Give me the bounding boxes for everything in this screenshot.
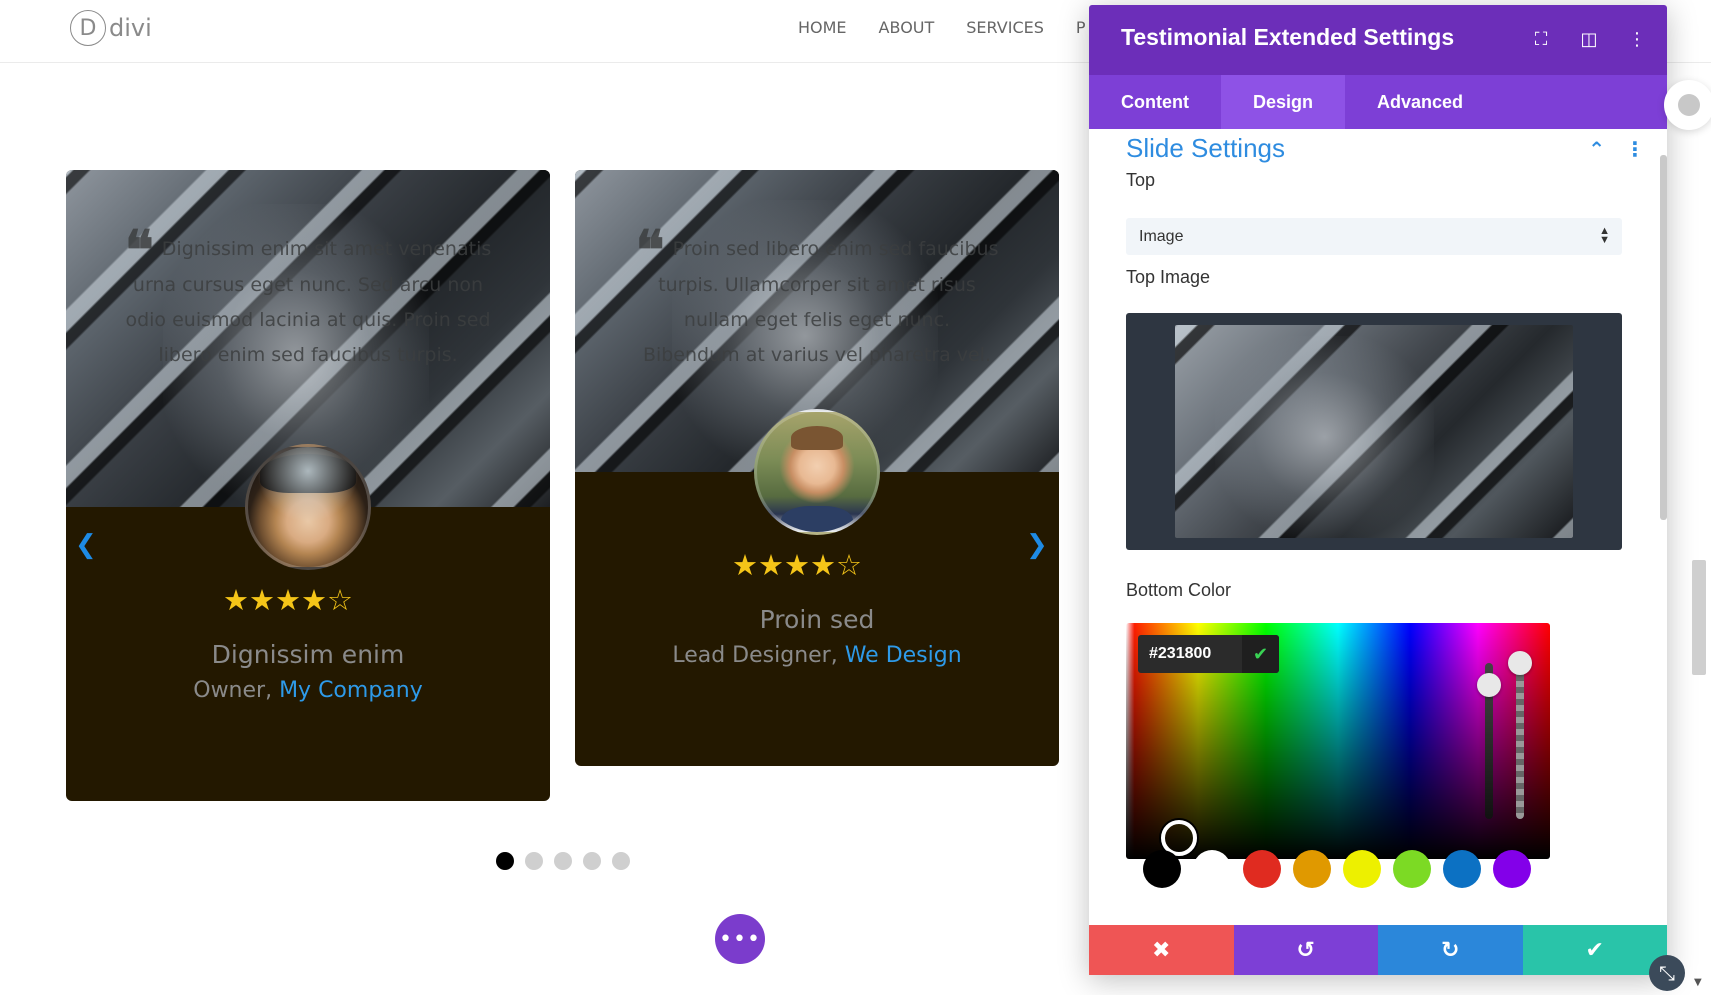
swatch-green[interactable] bbox=[1393, 850, 1431, 888]
section-title[interactable]: Slide Settings bbox=[1126, 133, 1285, 164]
page: D divi HOME ABOUT SERVICES P ❝ Dignissim … bbox=[0, 0, 1711, 995]
top-image-thumbnail bbox=[1175, 325, 1573, 538]
cancel-button[interactable]: ✖ bbox=[1089, 925, 1234, 975]
panel-header: Testimonial Extended Settings ⛶ ◫ ⋮ bbox=[1089, 5, 1667, 75]
redo-button[interactable]: ↻ bbox=[1378, 925, 1523, 975]
opacity-slider-handle[interactable] bbox=[1508, 651, 1532, 675]
opacity-slider[interactable] bbox=[1508, 651, 1532, 819]
top-image-label: Top Image bbox=[1126, 267, 1211, 287]
avatar bbox=[245, 444, 371, 570]
swatch-orange[interactable] bbox=[1293, 850, 1331, 888]
testimonial-quote: ❝ Proin sed libero enim sed faucibus turp… bbox=[633, 223, 1001, 373]
color-picker-area[interactable]: #231800 ✔ bbox=[1126, 623, 1550, 859]
author-company-link[interactable]: My Company bbox=[279, 678, 423, 703]
scroll-down-icon[interactable]: ▼ bbox=[1694, 977, 1702, 988]
layout-toggle-icon[interactable]: ◫ bbox=[1579, 29, 1599, 50]
carousel-dot-4[interactable] bbox=[583, 852, 601, 870]
focus-mode-icon[interactable]: ⛶ bbox=[1531, 29, 1551, 50]
page-settings-button[interactable]: ••• bbox=[715, 914, 765, 964]
more-options-icon[interactable]: ⋮ bbox=[1627, 29, 1647, 50]
swatch-red[interactable] bbox=[1243, 850, 1281, 888]
nav-about[interactable]: ABOUT bbox=[879, 18, 935, 37]
avatar bbox=[754, 409, 880, 535]
logo-mark: D bbox=[70, 10, 106, 46]
swatch-purple[interactable] bbox=[1493, 850, 1531, 888]
carousel-dot-5[interactable] bbox=[612, 852, 630, 870]
nav-services[interactable]: SERVICES bbox=[966, 18, 1044, 37]
globe-icon-inner bbox=[1678, 94, 1700, 116]
tab-content[interactable]: Content bbox=[1089, 75, 1221, 129]
author-job: Owner, bbox=[193, 678, 280, 703]
author-role: Lead Designer, We Design bbox=[575, 643, 1059, 668]
hex-input[interactable]: #231800 ✔ bbox=[1138, 635, 1279, 673]
star-rating: ★★★★☆ bbox=[223, 583, 353, 617]
section-more-icon[interactable]: ⋮ bbox=[1625, 137, 1645, 161]
author-role: Owner, My Company bbox=[66, 678, 550, 703]
resize-icon[interactable]: ⤡ bbox=[1649, 955, 1685, 991]
select-caret-icon: ▲ ▼ bbox=[1599, 225, 1610, 246]
panel-tabs: Content Design Advanced bbox=[1089, 75, 1667, 129]
logo-text: divi bbox=[109, 14, 152, 42]
color-swatches bbox=[1143, 850, 1531, 888]
author-company-link[interactable]: We Design bbox=[845, 643, 962, 668]
author-job: Lead Designer, bbox=[672, 643, 845, 668]
nav-item-partial[interactable]: P bbox=[1076, 18, 1086, 37]
top-select-value: Image bbox=[1139, 227, 1184, 245]
bottom-color-label: Bottom Color bbox=[1126, 580, 1232, 600]
quote-icon: ❝ bbox=[124, 218, 154, 282]
nav-home[interactable]: HOME bbox=[798, 18, 847, 37]
hue-slider[interactable] bbox=[1477, 663, 1501, 819]
globe-icon[interactable] bbox=[1664, 80, 1711, 130]
swatch-blue[interactable] bbox=[1443, 850, 1481, 888]
top-label: Top bbox=[1126, 170, 1156, 190]
quote-icon: ❝ bbox=[635, 218, 665, 282]
quote-text: Proin sed libero enim sed faucibus turpi… bbox=[642, 238, 999, 366]
tab-design[interactable]: Design bbox=[1220, 75, 1345, 129]
panel-scrollbar[interactable] bbox=[1660, 155, 1667, 520]
swatch-black[interactable] bbox=[1143, 850, 1181, 888]
author-name: Dignissim enim bbox=[211, 640, 405, 669]
section-tools: ⌃ ⋮ bbox=[1588, 137, 1645, 161]
testimonial-card-1: ❝ Dignissim enim sit amet venenatis urna … bbox=[66, 170, 550, 801]
prev-arrow-icon[interactable]: ❮ bbox=[75, 530, 97, 560]
hue-slider-handle[interactable] bbox=[1477, 673, 1501, 697]
panel-title: Testimonial Extended Settings bbox=[1121, 24, 1455, 50]
author-name: Proin sed bbox=[759, 605, 875, 634]
carousel-dots bbox=[496, 852, 630, 870]
tab-advanced[interactable]: Advanced bbox=[1345, 75, 1495, 129]
hex-value: #231800 bbox=[1149, 645, 1212, 662]
undo-button[interactable]: ↺ bbox=[1233, 925, 1378, 975]
star-rating: ★★★★☆ bbox=[732, 548, 862, 582]
carousel-dot-3[interactable] bbox=[554, 852, 572, 870]
panel-header-icons: ⛶ ◫ ⋮ bbox=[1531, 29, 1647, 50]
main-nav: HOME ABOUT SERVICES P bbox=[798, 18, 1086, 37]
confirm-color-icon[interactable]: ✔ bbox=[1242, 635, 1279, 673]
carousel-dot-1[interactable] bbox=[496, 852, 514, 870]
quote-text: Dignissim enim sit amet venenatis urna c… bbox=[125, 238, 492, 366]
testimonial-quote: ❝ Dignissim enim sit amet venenatis urna … bbox=[124, 223, 492, 373]
settings-panel: Testimonial Extended Settings ⛶ ◫ ⋮ Cont… bbox=[1089, 5, 1667, 975]
chevron-up-icon[interactable]: ⌃ bbox=[1588, 137, 1605, 161]
carousel-dot-2[interactable] bbox=[525, 852, 543, 870]
swatch-white[interactable] bbox=[1193, 850, 1231, 888]
testimonial-card-2: ❝ Proin sed libero enim sed faucibus turp… bbox=[575, 170, 1059, 766]
swatch-yellow[interactable] bbox=[1343, 850, 1381, 888]
page-scrollbar[interactable] bbox=[1692, 560, 1706, 675]
top-select[interactable]: Image ▲ ▼ bbox=[1126, 218, 1622, 255]
next-arrow-icon[interactable]: ❯ bbox=[1026, 530, 1048, 560]
site-logo[interactable]: D divi bbox=[70, 10, 152, 46]
top-image-upload[interactable] bbox=[1126, 313, 1622, 550]
save-button[interactable]: ✔ bbox=[1522, 925, 1667, 975]
panel-action-bar: ✖ ↺ ↻ ✔ bbox=[1089, 925, 1667, 975]
